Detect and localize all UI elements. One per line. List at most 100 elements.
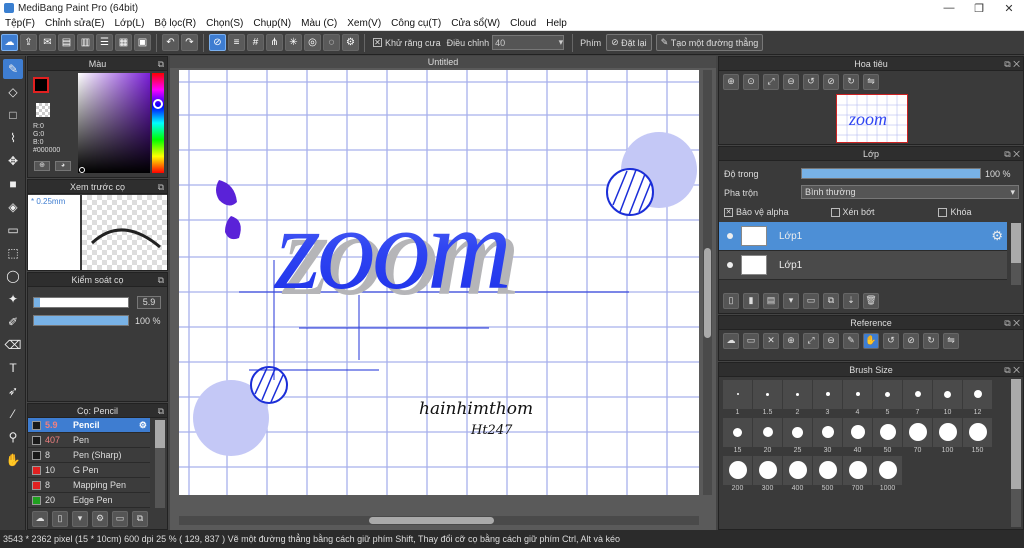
upload-icon[interactable]: ⇪	[20, 34, 37, 51]
brush-tool-icon[interactable]: ✎	[3, 59, 23, 79]
brush-list-item[interactable]: 8 Pen (Sharp)	[28, 448, 150, 463]
layer-opacity-slider[interactable]	[801, 168, 981, 179]
brush-size-cell[interactable]: 40	[843, 418, 872, 454]
undo-icon[interactable]: ↶	[162, 34, 179, 51]
fit-icon[interactable]: ⤢	[803, 332, 819, 349]
brush-size-cell[interactable]: 700	[843, 456, 872, 492]
snap-settings-icon[interactable]: ⚙	[342, 34, 359, 51]
merge-layer-icon[interactable]: ⇣	[843, 292, 859, 309]
visibility-icon[interactable]	[727, 233, 733, 239]
maximize-button[interactable]: ❐	[964, 2, 994, 15]
flip-icon[interactable]: ⇋	[943, 332, 959, 349]
close-icon[interactable]: ✕	[763, 332, 779, 349]
menu-layer[interactable]: Lớp(L)	[110, 18, 150, 29]
fit-icon[interactable]: ⤢	[763, 73, 779, 90]
rotate-left-icon[interactable]: ↺	[883, 332, 899, 349]
rectangle-tool-icon[interactable]: □	[3, 105, 23, 125]
panel-popout-icon[interactable]: ⧉	[158, 180, 164, 194]
vertical-scrollbar[interactable]	[703, 70, 712, 495]
drawing-canvas[interactable]: zoom zoom hainhimthom Ht247	[179, 70, 699, 495]
rotate-reset-icon[interactable]: ⊘	[823, 73, 839, 90]
clipping-checkbox[interactable]	[830, 207, 840, 217]
select-tool-icon[interactable]: ⬚	[3, 243, 23, 263]
brush-settings-icon[interactable]: ⚙	[139, 420, 147, 431]
panel-popout-icon[interactable]: ⧉	[158, 273, 164, 287]
horizontal-scrollbar[interactable]	[179, 516, 699, 525]
menu-help[interactable]: Help	[541, 18, 572, 29]
menu-snap[interactable]: Chụp(N)	[248, 18, 296, 29]
create-line-button[interactable]: ✎ Tạo một đường thẳng	[655, 34, 764, 51]
brush-size-cell[interactable]: 1.5	[753, 380, 782, 416]
menu-select[interactable]: Chọn(S)	[201, 18, 248, 29]
brush-size-cell[interactable]: 200	[723, 456, 752, 492]
magic-wand-tool-icon[interactable]: ✦	[3, 289, 23, 309]
brush-size-cell[interactable]: 10	[933, 380, 962, 416]
eyedropper-icon[interactable]: ✎	[843, 332, 859, 349]
stroke-tool-icon[interactable]: ⌇	[3, 128, 23, 148]
brush-size-cell[interactable]: 50	[873, 418, 902, 454]
brush-size-cell[interactable]: 25	[783, 418, 812, 454]
transparent-color-swatch[interactable]	[36, 103, 50, 117]
duplicate-icon[interactable]: ⧉	[132, 510, 148, 527]
palette-button[interactable]: ◕	[55, 161, 71, 171]
rotate-right-icon[interactable]: ↻	[843, 73, 859, 90]
new-8bit-layer-icon[interactable]: ▤	[763, 292, 779, 309]
folder-icon[interactable]: ▭	[112, 510, 128, 527]
brush-size-cell[interactable]: 1	[723, 380, 752, 416]
brush-opacity-slider[interactable]	[33, 315, 129, 326]
menu-color[interactable]: Màu (C)	[296, 18, 342, 29]
antialias-checkbox[interactable]: ✕	[373, 38, 382, 47]
brush-list-item[interactable]: 10 G Pen	[28, 463, 150, 478]
crisscross-snap-icon[interactable]: #	[247, 34, 264, 51]
gradient-tool-icon[interactable]: ▭	[3, 220, 23, 240]
panel-popout-icon[interactable]: ⧉ ✕	[1004, 147, 1020, 161]
hand-tool-icon[interactable]: ✋	[3, 450, 23, 470]
hand-icon[interactable]: ✋	[863, 332, 879, 349]
select-pen-tool-icon[interactable]: ✐	[3, 312, 23, 332]
menu-tools[interactable]: Công cụ(T)	[386, 18, 446, 29]
new-halftone-layer-icon[interactable]: ▮	[743, 292, 759, 309]
brush-size-cell[interactable]: 300	[753, 456, 782, 492]
brush-size-cell[interactable]: 4	[843, 380, 872, 416]
redo-icon[interactable]: ↷	[181, 34, 198, 51]
brush-size-cell[interactable]: 20	[753, 418, 782, 454]
add-color-button[interactable]: ⊕	[34, 161, 50, 171]
menu-edit[interactable]: Chỉnh sửa(E)	[40, 18, 110, 29]
bucket-tool-icon[interactable]: ◈	[3, 197, 23, 217]
brush-size-cell[interactable]: 15	[723, 418, 752, 454]
brush-list-item[interactable]: 8 Mapping Pen	[28, 478, 150, 493]
visibility-icon[interactable]	[727, 262, 733, 268]
zoom-in-icon[interactable]: ⊕	[783, 332, 799, 349]
brush-size-cell[interactable]: 7	[903, 380, 932, 416]
add-brush-menu-icon[interactable]: ▾	[72, 510, 88, 527]
layer-row[interactable]: Lớp1 ⚙	[719, 222, 1007, 251]
brush-list-scrollbar[interactable]	[155, 420, 165, 508]
brush-size-cell[interactable]: 150	[963, 418, 992, 454]
layer-folder-icon[interactable]: ▭	[803, 292, 819, 309]
duplicate-layer-icon[interactable]: ⧉	[823, 292, 839, 309]
operation-tool-icon[interactable]: ➶	[3, 381, 23, 401]
menu-cloud[interactable]: Cloud	[505, 18, 541, 29]
snap-off-icon[interactable]: ⊘	[209, 34, 226, 51]
menu-view[interactable]: Xem(V)	[342, 18, 386, 29]
circle-snap-icon[interactable]: ◎	[304, 34, 321, 51]
panel-popout-icon[interactable]: ⧉ ✕	[1004, 363, 1020, 377]
close-button[interactable]: ✕	[994, 2, 1024, 15]
zoom-out-icon[interactable]: ⊖	[783, 73, 799, 90]
menu-filter[interactable]: Bộ lọc(R)	[149, 18, 201, 29]
rotate-right-icon[interactable]: ↻	[923, 332, 939, 349]
minimize-button[interactable]: —	[934, 2, 964, 15]
cloud-icon[interactable]: ☁	[723, 332, 739, 349]
brush-list-item[interactable]: 20 Edge Pen	[28, 493, 150, 508]
lock-checkbox[interactable]	[938, 207, 948, 217]
brush-size-cell[interactable]: 5	[873, 380, 902, 416]
panel-icon[interactable]: ▣	[134, 34, 151, 51]
brush-size-value[interactable]: 5.9	[137, 296, 161, 309]
brush-list-item[interactable]: 407 Pen	[28, 433, 150, 448]
brush-size-slider[interactable]	[33, 297, 129, 308]
brush-list-item[interactable]: 5.9 Pencil ⚙	[28, 418, 150, 433]
blend-mode-select[interactable]: Bình thường ▾	[801, 185, 1019, 199]
saturation-value-picker[interactable]	[78, 73, 150, 173]
cloud-brush-icon[interactable]: ☁	[32, 510, 48, 527]
panel-popout-icon[interactable]: ⧉ ✕	[1004, 316, 1020, 330]
